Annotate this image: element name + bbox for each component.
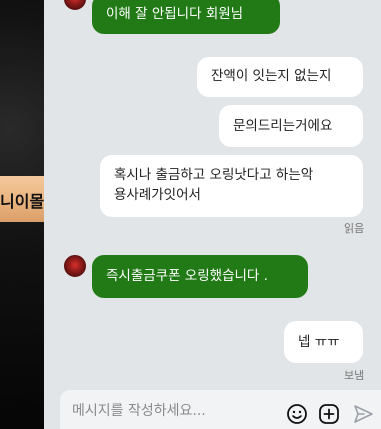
background-banner: 니이몰 — [0, 176, 48, 222]
message-bubble-outgoing: 잔액이 잇는지 없는지 — [197, 57, 363, 97]
agent-avatar[interactable] — [64, 0, 86, 10]
read-status: 읽음 — [344, 222, 365, 235]
message-text: 넵 ㅠㅠ — [298, 334, 340, 350]
sent-status: 보냄 — [344, 369, 365, 382]
message-bubble-outgoing: 넵 ㅠㅠ — [284, 321, 363, 363]
message-text-line: 혹시나 출금하고 오링낫다고 하는악 — [114, 167, 314, 183]
message-bubble-incoming: 이해 잘 안됩니다 회원님 — [92, 0, 280, 34]
message-text: 이해 잘 안됩니다 회원님 — [106, 6, 244, 22]
plus-icon[interactable] — [318, 403, 340, 425]
agent-avatar[interactable] — [64, 255, 86, 277]
message-text: 문의드리는거에요 — [233, 118, 333, 134]
message-bubble-incoming: 즉시출금쿠폰 오링했습니다 . — [92, 255, 308, 298]
message-bubble-outgoing: 혹시나 출금하고 오링낫다고 하는악 용사례가잇어서 — [100, 155, 363, 217]
message-input[interactable] — [70, 399, 274, 423]
message-bubble-outgoing: 문의드리는거에요 — [219, 105, 363, 147]
message-composer — [60, 390, 381, 429]
message-text-line: 용사례가잇어서 — [114, 187, 201, 203]
send-icon[interactable] — [352, 403, 374, 425]
emoji-icon[interactable] — [286, 403, 308, 425]
message-text: 잔액이 잇는지 없는지 — [211, 68, 332, 84]
message-text: 즉시출금쿠폰 오링했습니다 . — [106, 268, 268, 284]
background-panel: 니이몰 — [0, 0, 48, 429]
banner-text: 니이몰 — [0, 192, 45, 211]
chat-panel: 이해 잘 안됩니다 회원님 잔액이 잇는지 없는지 문의드리는거에요 혹시나 출… — [44, 0, 381, 429]
